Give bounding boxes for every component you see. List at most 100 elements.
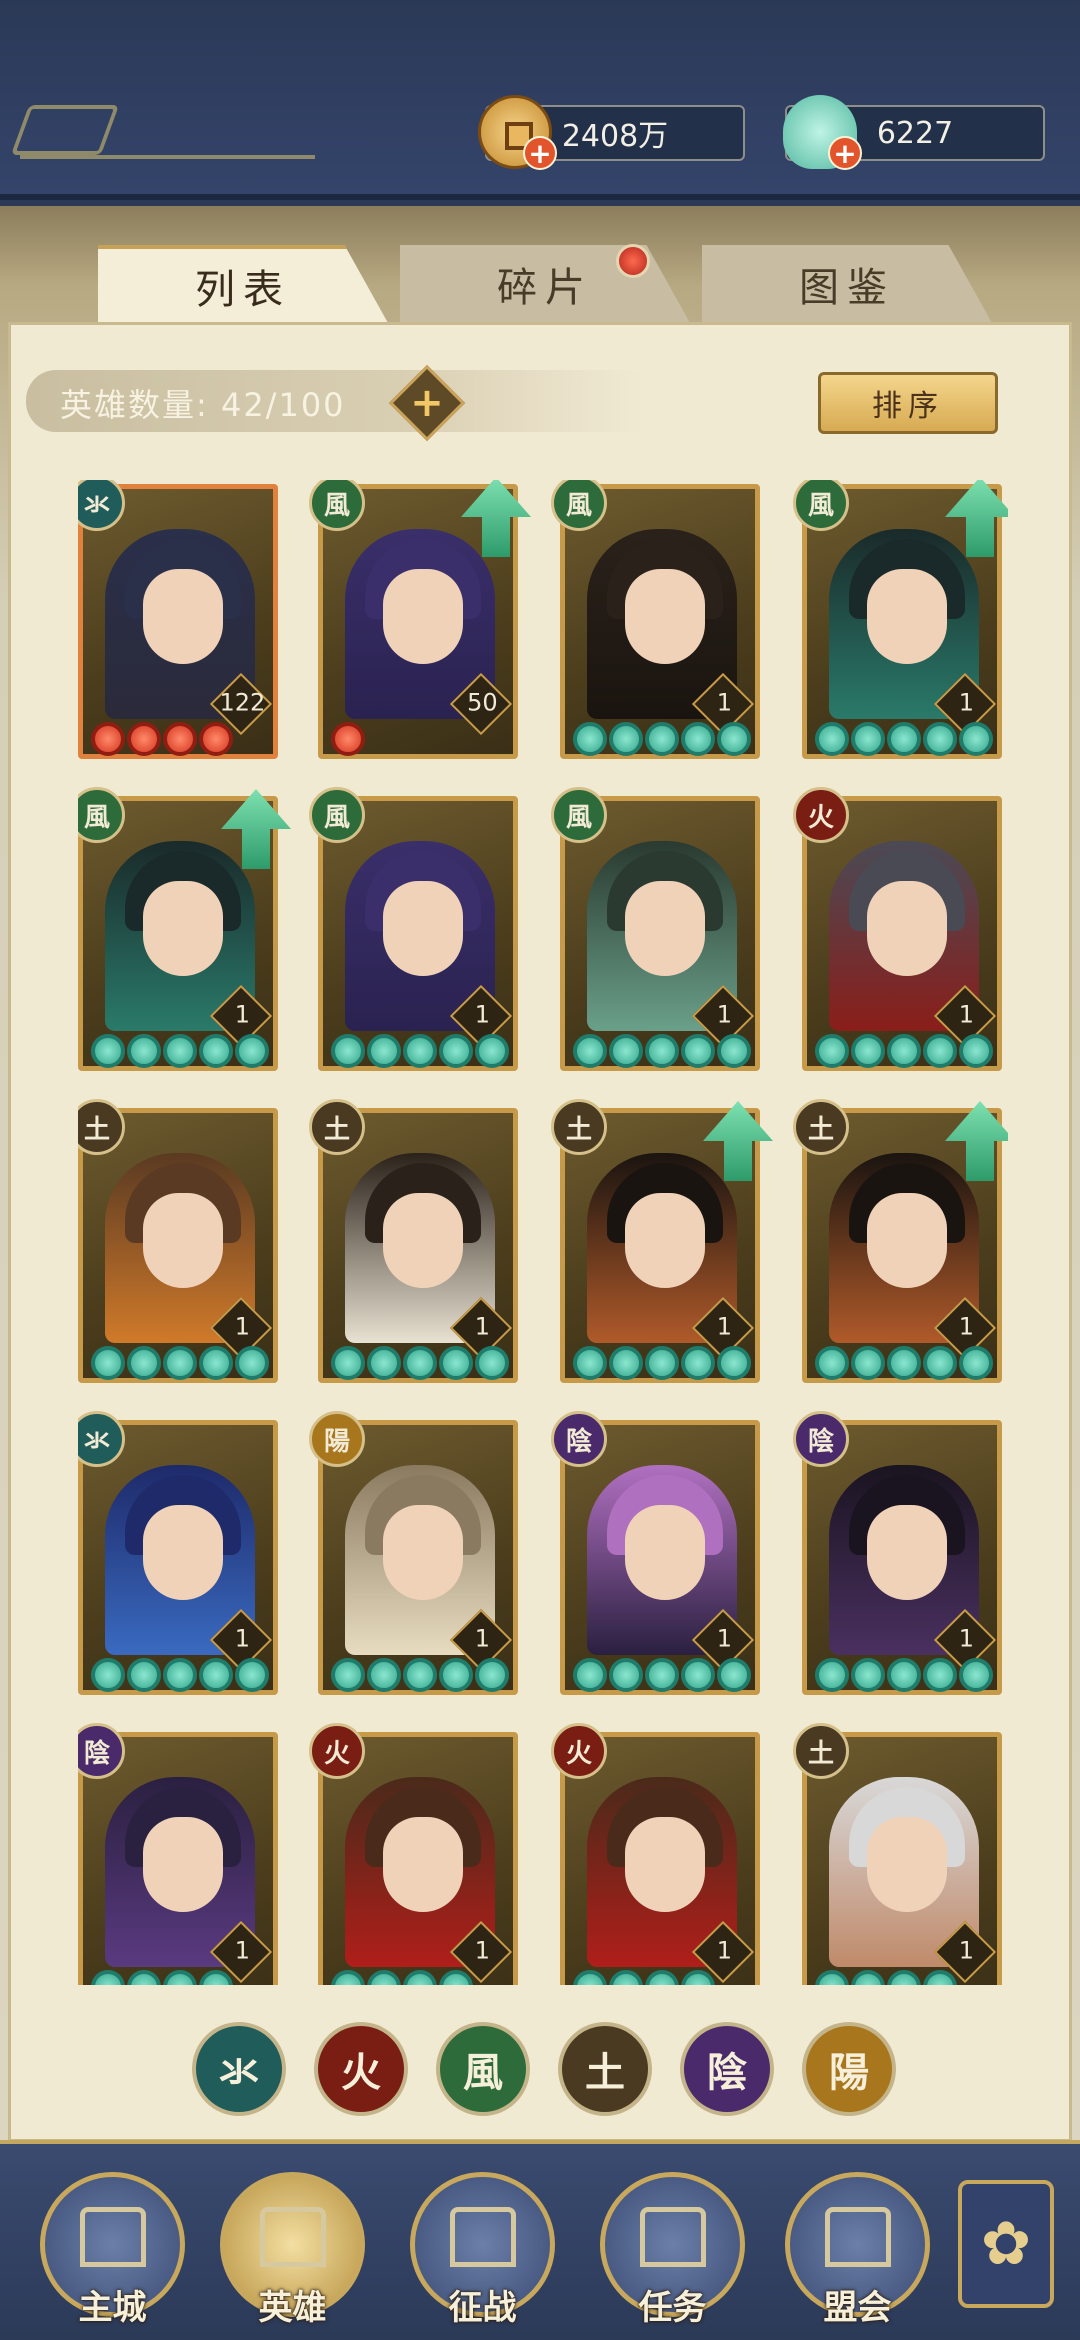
hero-card[interactable]: 土1: [78, 1099, 278, 1383]
star-icon: [645, 1034, 679, 1068]
nav-label: 任务: [638, 2288, 707, 2328]
element-water-icon: 氺: [78, 1411, 125, 1467]
star-icon: [439, 1658, 473, 1692]
star-icon: [331, 1346, 365, 1380]
star-icon: [199, 722, 233, 756]
star-icon: [923, 1658, 957, 1692]
filter-earth-button[interactable]: 土: [558, 2022, 652, 2116]
element-yang-icon: 陽: [309, 1411, 365, 1467]
hero-card[interactable]: 氺1: [78, 1411, 278, 1695]
element-fire-icon: 火: [551, 1723, 607, 1779]
hero-stars: [91, 1658, 269, 1694]
star-icon: [851, 1346, 885, 1380]
hero-card[interactable]: 風 50: [309, 480, 531, 759]
hero-level: 1: [474, 1000, 491, 1029]
star-icon: [127, 722, 161, 756]
star-icon: [475, 1034, 509, 1068]
filter-yang-button[interactable]: 陽: [802, 2022, 896, 2116]
add-coin-button[interactable]: +: [523, 136, 557, 170]
hero-face: [143, 1817, 223, 1912]
hero-card[interactable]: 火1: [309, 1723, 518, 1985]
nav-label: 主城: [78, 2288, 147, 2328]
star-icon: [199, 1346, 233, 1380]
star-icon: [331, 722, 365, 756]
hero-level: 1: [474, 1624, 491, 1653]
element-earth-icon: 土: [309, 1099, 365, 1155]
clover-menu-icon[interactable]: ✿: [958, 2180, 1054, 2308]
star-icon: [127, 1658, 161, 1692]
star-icon: [163, 722, 197, 756]
hero-card[interactable]: 陰1: [793, 1411, 1002, 1695]
hero-count-label: 英雄数量: 42/100: [60, 386, 346, 424]
hero-level: 1: [958, 688, 975, 717]
element-earth-icon: 土: [793, 1723, 849, 1779]
star-icon: [573, 1658, 607, 1692]
hero-card[interactable]: 火1: [551, 1723, 760, 1985]
star-icon: [163, 1346, 197, 1380]
hero-card[interactable]: 陰1: [78, 1723, 278, 1985]
add-jade-button[interactable]: +: [828, 136, 862, 170]
filter-wind-button[interactable]: 風: [436, 2022, 530, 2116]
hero-stars: [91, 1970, 233, 1985]
hero-face: [867, 1817, 947, 1912]
star-icon: [199, 1970, 233, 1985]
star-icon: [331, 1970, 365, 1985]
star-icon: [959, 722, 993, 756]
hero-stars: [815, 1034, 993, 1070]
star-icon: [367, 1658, 401, 1692]
filter-yin-button[interactable]: 陰: [680, 2022, 774, 2116]
hero-stars: [815, 1346, 993, 1382]
star-icon: [609, 1970, 643, 1985]
hero-card[interactable]: 土1: [309, 1099, 518, 1383]
hero-level: 1: [474, 1312, 491, 1341]
hero-card[interactable]: 風1: [551, 787, 760, 1071]
hero-card[interactable]: 陽1: [309, 1411, 518, 1695]
hero-stars: [331, 722, 365, 758]
hero-card[interactable]: 土1: [793, 1723, 1002, 1985]
hero-card[interactable]: 火1: [793, 787, 1002, 1071]
hero-card[interactable]: 陰1: [551, 1411, 760, 1695]
star-icon: [815, 1346, 849, 1380]
hero-stars: [331, 1346, 509, 1382]
tab-list[interactable]: 列表: [98, 245, 388, 323]
filter-fire-button[interactable]: 火: [314, 2022, 408, 2116]
star-icon: [815, 1970, 849, 1985]
star-icon: [573, 1034, 607, 1068]
tab-codex[interactable]: 图鉴: [702, 245, 992, 323]
hero-card[interactable]: 風1: [551, 480, 760, 759]
element-earth-icon: 土: [78, 1099, 125, 1155]
sort-button[interactable]: 排序: [818, 372, 998, 434]
hero-card[interactable]: 土1: [793, 1099, 1008, 1383]
hero-level: 1: [716, 1936, 733, 1965]
upgrade-arrow-icon: [703, 1101, 773, 1181]
hero-stars: [91, 1034, 269, 1070]
plus-icon: +: [410, 380, 444, 426]
hero-card[interactable]: 風1: [309, 787, 518, 1071]
star-icon: [403, 1346, 437, 1380]
hero-card[interactable]: 風1: [793, 480, 1008, 759]
hero-face: [383, 1817, 463, 1912]
hero-level: 1: [716, 1624, 733, 1653]
star-icon: [923, 1034, 957, 1068]
hero-stars: [91, 722, 233, 758]
hero-face: [143, 1193, 223, 1288]
star-icon: [475, 1346, 509, 1380]
star-icon: [475, 1658, 509, 1692]
star-icon: [91, 1658, 125, 1692]
filter-water-button[interactable]: 氺: [192, 2022, 286, 2116]
star-icon: [887, 1970, 921, 1985]
upgrade-arrow-icon: [461, 480, 531, 557]
hero-stars: [573, 1970, 715, 1985]
hero-card[interactable]: 土1: [551, 1099, 773, 1383]
nav-label: 英雄: [258, 2288, 327, 2328]
star-icon: [573, 722, 607, 756]
star-icon: [91, 1970, 125, 1985]
star-icon: [851, 1970, 885, 1985]
element-yin-icon: 陰: [78, 1723, 125, 1779]
hero-stars: [91, 1346, 269, 1382]
star-icon: [235, 1346, 269, 1380]
hero-card[interactable]: 風1: [78, 787, 291, 1071]
hero-face: [867, 881, 947, 976]
hero-card[interactable]: 氺 122: [78, 480, 278, 759]
star-icon: [91, 1346, 125, 1380]
